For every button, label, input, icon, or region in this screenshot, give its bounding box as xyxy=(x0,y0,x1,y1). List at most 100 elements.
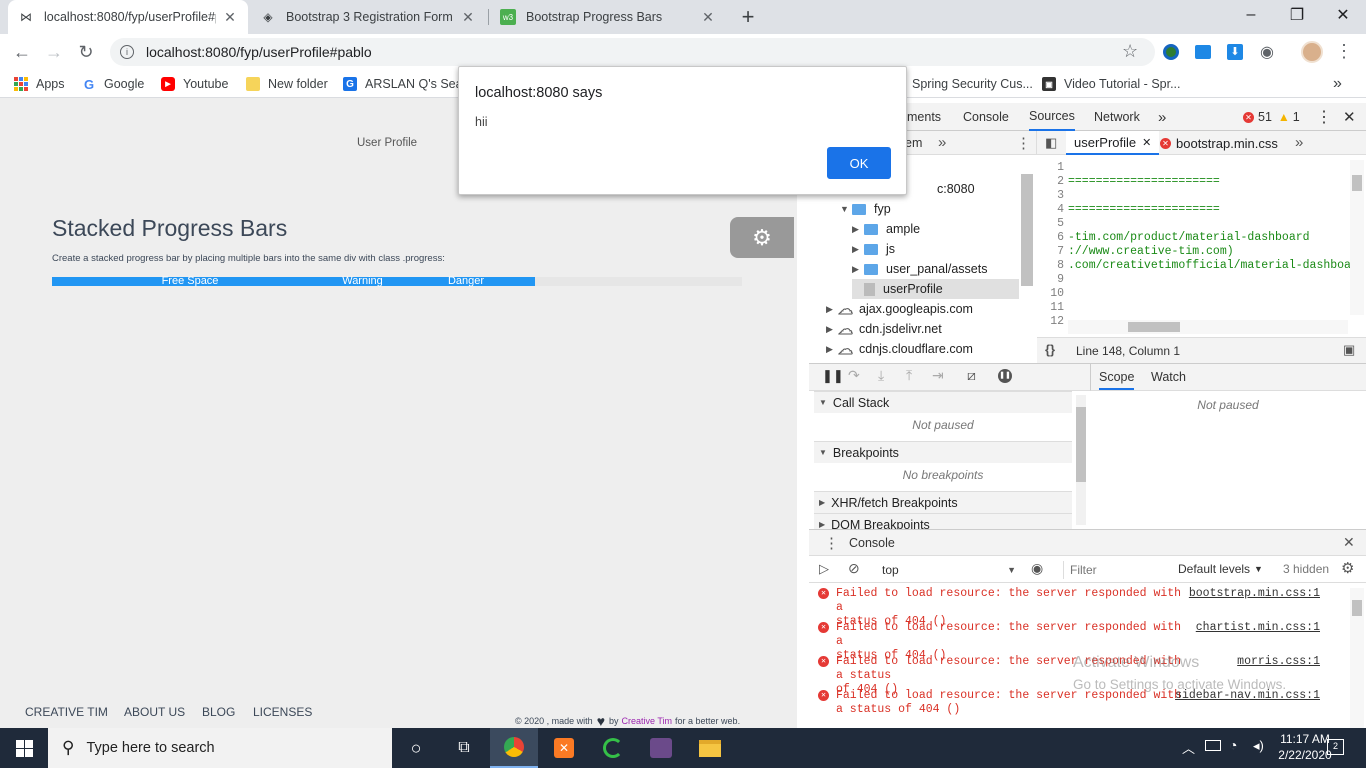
task-view-icon[interactable]: ⧉ xyxy=(440,728,488,768)
bookmark-google[interactable]: G Google xyxy=(82,76,144,92)
bookmarks-more-button[interactable]: » xyxy=(1333,75,1342,92)
bookmark-arslan[interactable]: G ARSLAN Q's Sear xyxy=(343,76,467,92)
pause-icon[interactable]: ❚❚ xyxy=(822,368,844,384)
step-out-icon[interactable]: ⤒ xyxy=(906,367,912,384)
ok-button[interactable]: OK xyxy=(827,147,891,179)
code-line[interactable]: -tim.com/product/material-dashboard xyxy=(1068,231,1310,244)
pause-on-exceptions-icon[interactable]: ❚❚ xyxy=(998,369,1012,383)
navigator-menu-icon[interactable]: ⋮ xyxy=(1016,134,1031,152)
download-extension-icon[interactable]: ⬇ xyxy=(1225,42,1245,62)
caret-right-icon[interactable]: ▶ xyxy=(826,344,838,355)
globe-extension-icon[interactable] xyxy=(1161,42,1181,62)
translate-extension-icon[interactable] xyxy=(1193,42,1213,62)
editor-tab-userprofile[interactable]: userProfile ✕ xyxy=(1066,131,1160,155)
tab-watch[interactable]: Watch xyxy=(1151,370,1186,384)
caret-right-icon[interactable]: ▶ xyxy=(826,324,838,335)
tree-item[interactable]: ▼ fyp xyxy=(840,199,891,219)
line-number[interactable]: 11 xyxy=(1040,301,1064,314)
code-line[interactable]: ====================== xyxy=(1068,175,1220,188)
line-number[interactable]: 1 xyxy=(1040,161,1064,174)
battery-icon[interactable] xyxy=(1205,740,1221,751)
bookmark-apps[interactable]: Apps xyxy=(14,76,65,92)
bookmark-star-icon[interactable]: ☆ xyxy=(1122,41,1138,62)
section-header[interactable]: ▶ XHR/fetch Breakpoints xyxy=(814,491,1072,513)
message-source-link[interactable]: morris.css:1 xyxy=(1237,655,1320,669)
bookmark-spring-security[interactable]: Spring Security Cus... xyxy=(912,76,1033,92)
console-drawer-tab[interactable]: Console xyxy=(849,536,895,550)
maximize-button[interactable]: ❐ xyxy=(1274,0,1320,30)
tree-item[interactable]: ▶ js xyxy=(852,239,895,259)
log-levels-select[interactable]: Default levels ▼ xyxy=(1178,562,1263,576)
tree-item[interactable]: c:8080 xyxy=(925,179,975,199)
eye-extension-icon[interactable]: ◉ xyxy=(1257,42,1277,62)
devtools-menu-icon[interactable]: ⋮ xyxy=(1316,103,1332,131)
creative-tim-link[interactable]: Creative Tim xyxy=(622,716,673,726)
back-button[interactable]: ← xyxy=(10,40,34,64)
footer-link-blog[interactable]: BLOG xyxy=(202,705,235,719)
editor-more-icon[interactable]: » xyxy=(1295,134,1303,151)
bookmark-video-tutorial[interactable]: ▣ Video Tutorial - Spr... xyxy=(1042,76,1181,92)
coverage-icon[interactable]: ▣ xyxy=(1343,342,1355,358)
url-text[interactable]: localhost:8080/fyp/userProfile#pablo xyxy=(146,44,372,60)
tree-item[interactable]: userProfile xyxy=(852,279,1019,299)
chrome-taskbar-button[interactable] xyxy=(490,728,538,768)
caret-down-icon[interactable]: ▼ xyxy=(840,204,852,214)
navigator-scrollbar[interactable] xyxy=(1021,174,1033,286)
game-taskbar-button[interactable] xyxy=(637,728,685,768)
footer-link-creative-tim[interactable]: CREATIVE TIM xyxy=(25,705,108,719)
footer-link-licenses[interactable]: LICENSES xyxy=(253,705,312,719)
caret-right-icon[interactable]: ▶ xyxy=(826,304,838,315)
start-button[interactable] xyxy=(0,728,48,768)
new-tab-button[interactable]: + xyxy=(736,4,760,29)
line-number[interactable]: 8 xyxy=(1040,259,1064,272)
tab-bootstrap-progress-bars[interactable]: w3 Bootstrap Progress Bars ✕ xyxy=(490,0,726,34)
tab-user-profile[interactable]: ⋈ localhost:8080/fyp/userProfile#p ✕ xyxy=(8,0,248,34)
section-header[interactable]: ▼ Breakpoints xyxy=(814,441,1072,463)
profile-avatar[interactable] xyxy=(1300,40,1324,64)
message-source-link[interactable]: chartist.min.css:1 xyxy=(1196,621,1320,635)
minimize-button[interactable]: – xyxy=(1228,0,1274,30)
line-number[interactable]: 2 xyxy=(1040,175,1064,188)
editor-hscrollbar[interactable] xyxy=(1068,320,1348,334)
tab-scope[interactable]: Scope xyxy=(1099,370,1135,390)
live-expression-eye-icon[interactable]: ◉ xyxy=(1031,560,1043,577)
caret-right-icon[interactable]: ▶ xyxy=(852,224,864,235)
cortana-icon[interactable]: ○ xyxy=(392,728,440,768)
bookmark-youtube[interactable]: ▶ Youtube xyxy=(161,76,228,92)
line-number[interactable]: 7 xyxy=(1040,245,1064,258)
notification-center-icon[interactable]: 2 xyxy=(1327,739,1344,755)
footer-link-about-us[interactable]: ABOUT US xyxy=(124,705,185,719)
code-line[interactable]: .com/creativetimofficial/material-dashbo… xyxy=(1068,259,1365,272)
toggle-navigator-icon[interactable]: ◧ xyxy=(1045,135,1057,151)
close-icon[interactable]: ✕ xyxy=(1142,136,1151,149)
console-filter-input[interactable] xyxy=(1063,561,1168,579)
context-select[interactable]: top ▼ xyxy=(876,562,1016,578)
taskbar-clock[interactable]: 11:17 AM 2/22/2020 xyxy=(1278,731,1332,763)
console-sidebar-icon[interactable]: ▷ xyxy=(819,561,829,577)
refresh-app-taskbar-button[interactable] xyxy=(589,728,637,768)
volume-icon[interactable]: ◂) xyxy=(1253,738,1264,754)
step-icon[interactable]: ⇥ xyxy=(932,367,944,384)
caret-right-icon[interactable]: ▶ xyxy=(852,264,864,275)
line-number[interactable]: 6 xyxy=(1040,231,1064,244)
line-number[interactable]: 3 xyxy=(1040,189,1064,202)
console-error-message[interactable]: ✕ Failed to load resource: the server res… xyxy=(815,621,1355,662)
drawer-menu-icon[interactable]: ⋮ xyxy=(824,534,839,552)
xampp-taskbar-button[interactable]: ✕ xyxy=(540,728,588,768)
error-count-badge[interactable]: ✕ 51 ▲ 1 xyxy=(1243,103,1300,131)
code-line[interactable]: ====================== xyxy=(1068,203,1220,216)
more-tabs-icon[interactable]: » xyxy=(1158,103,1166,131)
console-error-message[interactable]: ✕ Failed to load resource: the server res… xyxy=(815,689,1355,719)
tree-item[interactable]: ▶ ☁ cdnjs.cloudflare.com xyxy=(826,339,973,359)
tab-network[interactable]: Network xyxy=(1094,103,1140,131)
info-icon[interactable]: i xyxy=(120,45,134,59)
tree-item[interactable]: ▶ user_panal/assets xyxy=(852,259,987,279)
line-number[interactable]: 5 xyxy=(1040,217,1064,230)
deactivate-breakpoints-icon[interactable]: ⧄ xyxy=(967,367,976,384)
reload-button[interactable]: ↻ xyxy=(74,40,98,64)
line-number[interactable]: 12 xyxy=(1040,315,1064,328)
debugger-scrollbar[interactable] xyxy=(1076,395,1086,525)
console-error-message[interactable]: ✕ Failed to load resource: the server res… xyxy=(815,587,1355,628)
console-scrollbar[interactable] xyxy=(1350,588,1364,728)
chrome-menu-icon[interactable]: ⋮ xyxy=(1335,41,1353,62)
